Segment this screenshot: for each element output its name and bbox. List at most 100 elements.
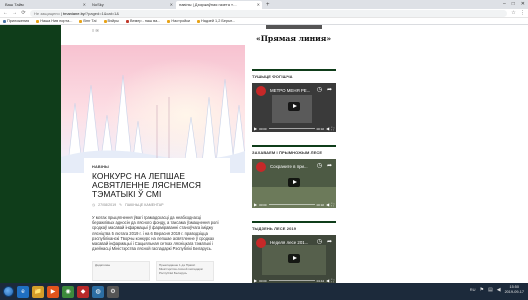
video-player[interactable]: МЕТРО МЕНЯ РЕ... ◷ ➦ ▶ 00:00 00:32 ◀ ⛶ [252,83,336,132]
volume-icon[interactable]: ◀ [497,287,501,293]
menu-icon[interactable]: ⋮ [520,10,525,16]
new-tab-button[interactable]: + [266,1,270,9]
calendar-icon: ◷ [92,203,96,207]
volume-icon[interactable]: ◀ [326,126,329,131]
hero-image[interactable] [61,45,245,173]
folder-icon[interactable]: 📁 [32,285,44,298]
widget-video-1: ТУШЫЦЕ ФОГІШЧА МЕТРО МЕНЯ РЕ... ◷ ➦ ▶ 00… [252,69,336,132]
close-tab-icon[interactable]: ✕ [257,1,260,9]
video-title[interactable]: Неделя лесе 201... [270,240,308,245]
tab-label: навіны | Дзяржаўная газета «... [179,2,237,7]
media-player-icon[interactable]: ▶ [47,285,59,298]
fullscreen-icon[interactable]: ⛶ [331,202,334,207]
article-date[interactable]: 27/08/2019 [98,203,116,207]
settings-icon[interactable]: ⚙ [107,285,119,298]
browser-tab-bar: Ваш Тайм ✕ NoSky ✕ навіны | Дзяржаўная газ… [0,0,528,9]
channel-avatar[interactable] [256,238,266,248]
progress-bar[interactable] [268,128,315,129]
taskbar-clock[interactable]: 15:50 2019-09-17 [505,285,524,294]
widget-video-2: ЗАХАВАЕМ І ПРЫМНОЖЫМ ЛЕСЕ Сохраните в пр… [252,145,336,208]
browser-tab-2[interactable]: NoSky ✕ [89,1,175,9]
logo-decoration [266,25,322,29]
comment-icon: ✎ [119,203,123,207]
start-button[interactable] [3,286,14,297]
minimize-button[interactable]: – [503,0,506,8]
browser-tab-3[interactable]: навіны | Дзяржаўная газета «... ✕ [176,1,262,9]
close-tab-icon[interactable]: ✕ [83,1,86,9]
forward-icon[interactable]: → [12,10,17,16]
article-title[interactable]: КОНКУРС НА ЛЕПШАЕ АСВЯТЛЕННЕ ЛЯСНЕМСЯ ТЭ… [92,172,222,199]
video-player[interactable]: Сохраните в при... ◷ ➦ ▶ 00:00 00:32 ◀ ⛶ [252,159,336,208]
watch-later-icon[interactable]: ◷ [317,238,322,245]
video-controls: ▶ 00:00 00:32 ◀ ⛶ [252,125,336,132]
chrome-icon[interactable]: ◉ [62,285,74,298]
article-category[interactable]: НАВІНЫ [92,165,222,169]
bookmark-item[interactable]: Настройки [167,19,190,23]
url-host: tmaniane.by [63,10,85,16]
widget-title: ТУШЫЦЕ ФОГІШЧА [252,69,336,79]
video-title[interactable]: Сохраните в при... [270,164,308,169]
bookmarks-bar: Приложения Наша Нив порта... Bmr Таi Вэй… [0,18,528,25]
volume-icon[interactable]: ◀ [326,202,329,207]
tab-label: NoSky [92,2,104,7]
app-icon[interactable]: ◆ [77,285,89,298]
star-icon[interactable]: ☆ [511,10,516,16]
bookmark-item[interactable]: Вэйры [103,19,119,23]
maximize-button[interactable]: □ [512,0,515,8]
article-meta: ◷ 27/08/2019 ✎ ПАКІНЬЦЕ КАМЕНТАР [92,203,222,207]
video-title[interactable]: МЕТРО МЕНЯ РЕ... [270,88,310,93]
bookmark-icon [103,19,107,23]
taskbar: e 📁 ▶ ◉ ◆ ◍ ⚙ RU ⚑ ▤ ◀ 15:50 2019-09-17 [0,283,528,300]
channel-avatar[interactable] [256,86,266,96]
video-player[interactable]: Неделя лесе 201... ◷ ➦ ▶ 00:00 04:44 ◀ ⛶ [252,235,336,283]
share-icon[interactable]: ➦ [327,162,332,169]
url-path: /?paged=1&cat=1& [84,10,120,16]
attachment-thumb-left[interactable]: Дадатковы [92,261,150,282]
progress-bar[interactable] [268,280,315,281]
page-viewport: ≡ ✉ НАВІНЫ КОНКУРС НА ЛЕПШАЕ АСВЯТЛЕННЕ … [0,25,528,283]
flag-icon[interactable]: ⚑ [479,287,483,293]
app-icon[interactable]: ◍ [92,285,104,298]
channel-avatar[interactable] [256,162,266,172]
bookmark-item[interactable]: Bmr Таi [79,19,97,23]
system-tray: RU ⚑ ▤ ◀ 15:50 2019-09-17 [470,285,524,294]
video-current-time: 00:00 [259,278,267,283]
bookmark-icon [36,19,40,23]
watch-later-icon[interactable]: ◷ [317,162,322,169]
bookmark-item[interactable]: Надзей 1,2 Берьн... [197,19,235,23]
bookmark-apps[interactable]: Приложения [3,19,29,23]
ie-icon[interactable]: e [17,285,29,298]
browser-tab-1[interactable]: Ваш Тайм ✕ [2,1,88,9]
apps-icon [3,19,6,23]
close-tab-icon[interactable]: ✕ [170,1,173,9]
bookmark-item[interactable]: Вемер - наш ва... [125,19,160,23]
fullscreen-icon[interactable]: ⛶ [331,126,334,131]
comment-link[interactable]: ПАКІНЬЦЕ КАМЕНТАР [125,203,163,207]
bookmark-icon [197,19,200,23]
attachment-thumb-right[interactable]: Прыкладанне 1 да Правіл Міністэрства ляс… [156,261,214,282]
share-icon[interactable]: ➦ [327,238,332,245]
site-logo[interactable]: «Прямая линия» [256,34,331,43]
video-duration: 00:32 [316,202,325,207]
play-button[interactable] [288,102,300,111]
play-icon[interactable]: ▶ [254,202,257,207]
attachment-thumbnails: Дадатковы Прыкладанне 1 да Правіл Мініст… [92,261,222,282]
watch-later-icon[interactable]: ◷ [317,86,322,93]
progress-bar[interactable] [268,204,315,205]
language-indicator[interactable]: RU [470,287,476,292]
back-icon[interactable]: ← [3,10,8,16]
network-icon[interactable]: ▤ [488,287,493,293]
widget-video-3: ТЫДЗЕНЬ ЛЕСЕ 2019 Неделя лесе 201... ◷ ➦… [252,221,336,283]
tab-label: Ваш Тайм [5,2,24,7]
bookmark-item[interactable]: Наша Нив порта... [36,19,72,23]
share-icon[interactable]: ➦ [327,86,332,93]
play-icon[interactable]: ▶ [254,126,257,131]
reload-icon[interactable]: ⟳ [21,10,26,16]
url-input[interactable]: Не защищено | tmaniane.by/?paged=1&cat=1… [30,9,507,17]
close-window-button[interactable]: ✕ [521,0,525,8]
play-button[interactable] [288,178,300,187]
security-indicator[interactable]: Не защищено [34,11,60,16]
play-button[interactable] [288,254,300,263]
video-duration: 00:32 [316,126,325,131]
top-icons[interactable]: ≡ ✉ [92,28,99,33]
